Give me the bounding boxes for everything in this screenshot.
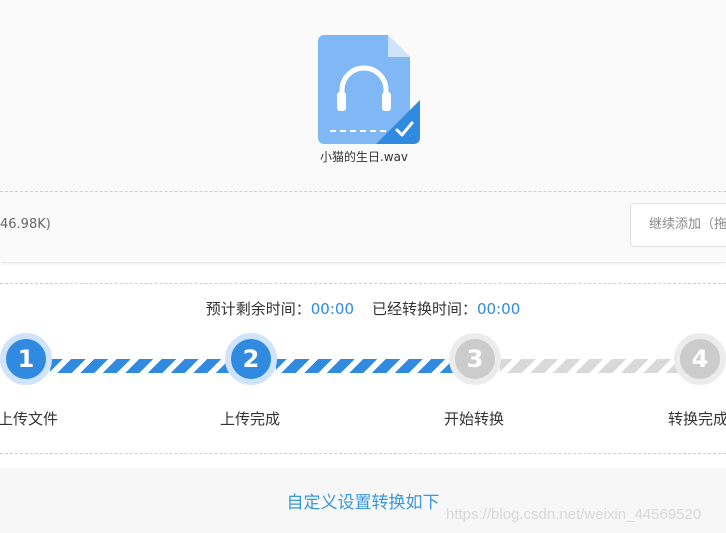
step-progress-bar: 1 2 3 4 [0,325,726,405]
step-3-label: 开始转换 [444,410,505,428]
elapsed-time-label: 已经转换时间： [372,300,478,318]
upload-divider [0,191,726,192]
progress-divider-bottom [0,453,726,454]
step-3-circle: 3 [449,333,501,385]
file-name: 小猫的生日.wav [319,150,409,164]
audio-file-icon[interactable] [316,34,420,146]
watermark-text: https://blog.csdn.net/weixin_44569520 [446,506,702,523]
upload-panel: 小猫的生日.wav 46.98K) 继续添加（拖 [0,0,726,262]
step-1-circle: 1 [0,333,52,385]
step-2-circle: 2 [225,333,277,385]
remaining-time-value: 00:00 [310,300,354,318]
step-connector-2-3 [276,359,454,373]
progress-divider-top [0,283,726,284]
elapsed-time-value: 00:00 [477,300,521,318]
continue-add-button[interactable]: 继续添加（拖 [630,203,726,247]
time-row: 预计剩余时间：00:00 已经转换时间：00:00 [0,298,726,319]
step-2-label: 上传完成 [220,410,281,428]
total-size-text: 46.98K) [0,217,51,232]
step-1-label: 上传文件 [0,410,59,428]
step-connector-3-4 [500,359,680,373]
step-4-circle: 4 [674,333,726,385]
step-4-label: 转换完成 [668,410,726,428]
step-connector-1-2 [50,359,230,373]
remaining-time-label: 预计剩余时间： [205,300,311,318]
